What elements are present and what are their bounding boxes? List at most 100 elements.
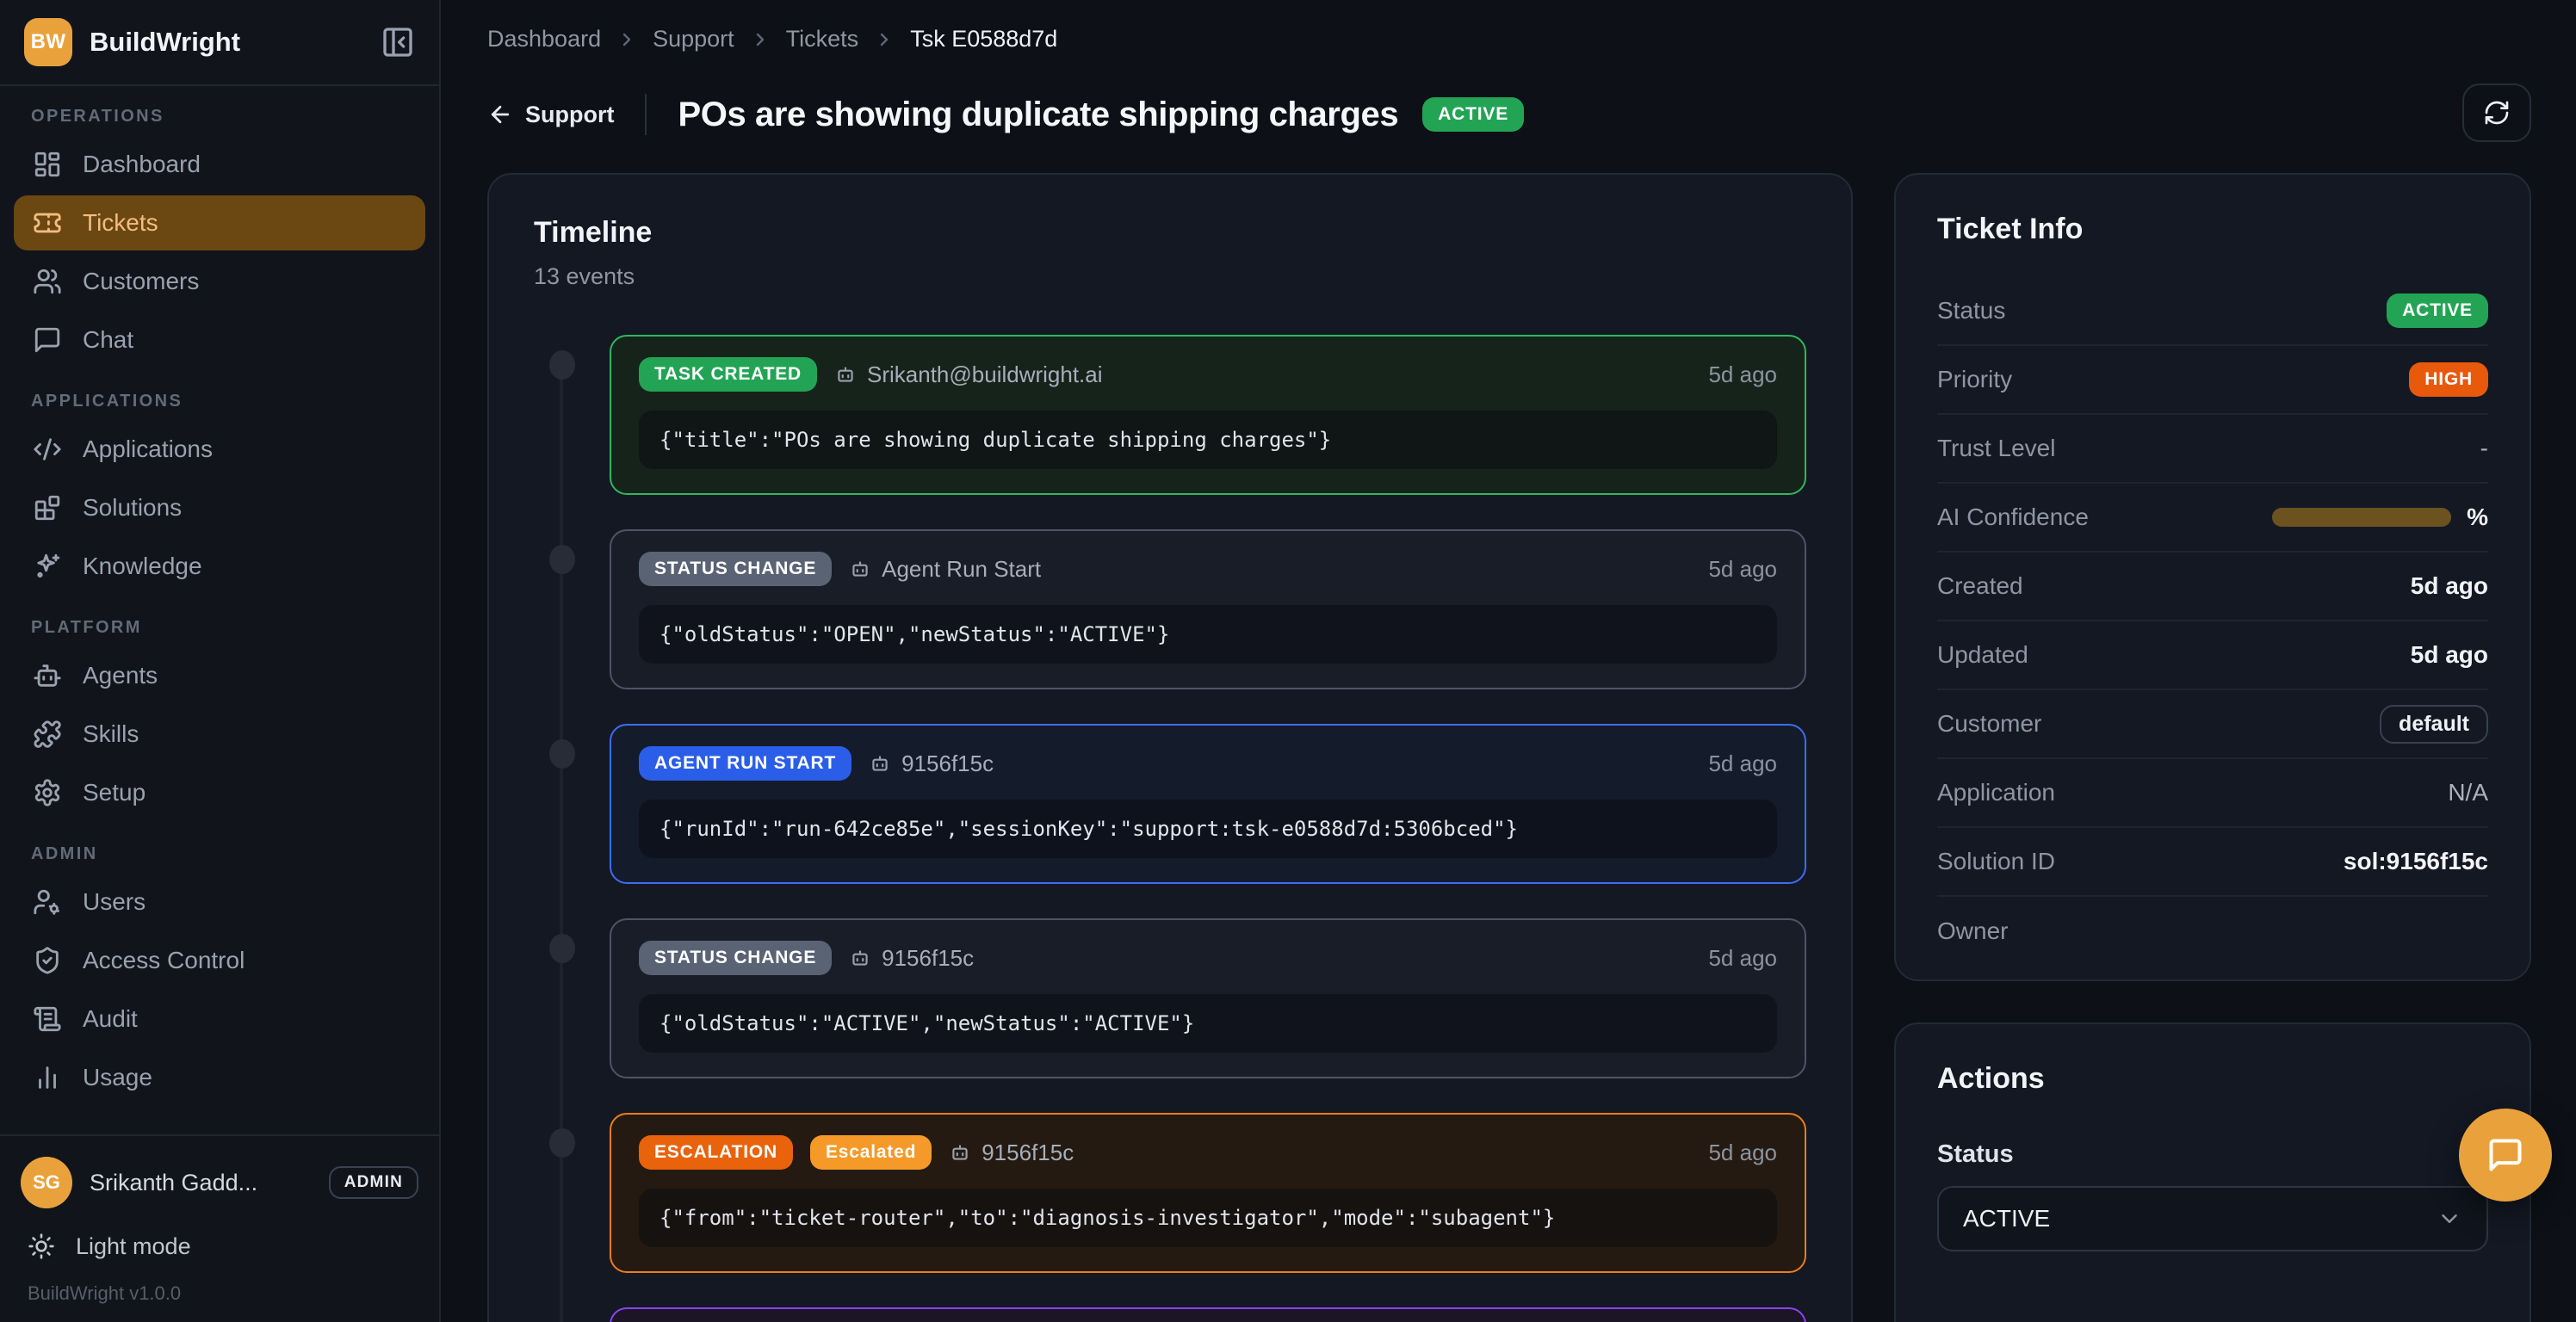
info-row-created: Created 5d ago (1937, 553, 2488, 621)
breadcrumb-tickets[interactable]: Tickets (786, 26, 859, 53)
event-payload: {"title":"POs are showing duplicate ship… (639, 411, 1777, 469)
arrow-left-icon (487, 102, 513, 127)
status-select[interactable]: ACTIVE (1937, 1186, 2488, 1251)
sidebar-item-agents[interactable]: Agents (14, 648, 425, 703)
timeline-dot (549, 545, 575, 574)
sidebar-item-solutions[interactable]: Solutions (14, 480, 425, 535)
info-row-ai-confidence: AI Confidence % (1937, 484, 2488, 553)
sidebar-item-label: Audit (83, 1005, 138, 1033)
info-row-trust-level: Trust Level - (1937, 415, 2488, 484)
role-badge: ADMIN (329, 1166, 418, 1199)
app-version: BuildWright v1.0.0 (28, 1282, 418, 1305)
bot-icon (33, 661, 62, 690)
back-button-label: Support (525, 102, 614, 128)
sidebar-item-knowledge[interactable]: Knowledge (14, 539, 425, 594)
event-actor: Srikanth@buildwright.ai (867, 361, 1103, 388)
sidebar-item-skills[interactable]: Skills (14, 707, 425, 762)
ticket-icon (33, 208, 62, 238)
breadcrumb-dashboard[interactable]: Dashboard (487, 26, 601, 53)
sparkles-icon (33, 552, 62, 581)
ticket-info-title: Ticket Info (1937, 213, 2488, 246)
timeline-dot (549, 350, 575, 380)
refresh-button[interactable] (2462, 83, 2531, 142)
dashboard-icon (33, 150, 62, 179)
avatar: SG (21, 1157, 72, 1208)
sidebar-item-customers[interactable]: Customers (14, 254, 425, 309)
sidebar-item-label: Chat (83, 326, 133, 354)
timeline-event-agent-run-start: AGENT RUN START 9156f15c 5d ago {"runId"… (610, 724, 1806, 884)
event-actor: 9156f15c (882, 945, 974, 972)
chevron-right-icon (616, 29, 637, 50)
sidebar-item-applications[interactable]: Applications (14, 422, 425, 477)
actions-panel: Actions Status ACTIVE (1894, 1022, 2531, 1322)
info-row-customer: Customer default (1937, 690, 2488, 759)
actions-title: Actions (1937, 1062, 2488, 1096)
nav-section-admin: ADMIN (14, 844, 425, 864)
sidebar-item-dashboard[interactable]: Dashboard (14, 137, 425, 192)
chat-fab-button[interactable] (2459, 1109, 2552, 1202)
users-icon (33, 267, 62, 296)
status-select-value: ACTIVE (1963, 1205, 2437, 1232)
escalated-badge: Escalated (810, 1135, 932, 1170)
user-menu[interactable]: SG Srikanth Gadd... ADMIN (21, 1157, 418, 1208)
chevron-down-icon (2437, 1206, 2462, 1232)
timeline-dot (549, 934, 575, 963)
status-field-label: Status (1937, 1140, 2488, 1169)
sidebar-item-tickets[interactable]: Tickets (14, 195, 425, 250)
breadcrumb-support[interactable]: Support (653, 26, 734, 53)
breadcrumb: Dashboard Support Tickets Tsk E0588d7d (443, 0, 2576, 53)
scroll-icon (33, 1004, 62, 1034)
sidebar-item-label: Users (83, 888, 146, 916)
confidence-bar (2272, 508, 2451, 527)
timeline-dot (549, 1128, 575, 1158)
sidebar-item-label: Setup (83, 779, 146, 806)
timeline-event-escalation: ESCALATION Escalated 9156f15c 5d ago {"f… (610, 1113, 1806, 1273)
divider (645, 94, 647, 135)
info-row-solution-id: Solution ID sol:9156f15c (1937, 828, 2488, 897)
timeline-event-subagent-start: SUBAGENT START 9156f15c 5d ago (610, 1307, 1806, 1322)
ticket-info-panel: Ticket Info Status ACTIVE Priority HIGH … (1894, 173, 2531, 981)
event-payload: {"from":"ticket-router","to":"diagnosis-… (639, 1189, 1777, 1247)
sidebar-nav: OPERATIONS Dashboard Tickets Customers C… (0, 86, 439, 1105)
sidebar-item-chat[interactable]: Chat (14, 312, 425, 368)
app-root: BW BuildWright OPERATIONS Dashboard Tick… (0, 0, 2576, 1322)
sidebar-item-label: Tickets (83, 209, 158, 237)
event-time: 5d ago (1708, 361, 1777, 388)
event-time: 5d ago (1708, 1140, 1777, 1166)
back-button[interactable]: Support (487, 102, 614, 128)
timeline-event-status-change: STATUS CHANGE 9156f15c 5d ago {"oldStatu… (610, 918, 1806, 1078)
event-actor: 9156f15c (901, 751, 994, 777)
sidebar-header: BW BuildWright (0, 0, 439, 86)
panel-collapse-icon (381, 25, 415, 59)
status-badge: ACTIVE (2387, 293, 2488, 328)
sidebar-item-usage[interactable]: Usage (14, 1050, 425, 1105)
chevron-right-icon (874, 29, 895, 50)
status-badge: ACTIVE (1422, 97, 1524, 132)
sidebar-item-access-control[interactable]: Access Control (14, 933, 425, 988)
main-content: Dashboard Support Tickets Tsk E0588d7d S… (443, 0, 2576, 1322)
sidebar-item-setup[interactable]: Setup (14, 765, 425, 820)
blocks-icon (33, 493, 62, 522)
sidebar-item-users[interactable]: Users (14, 874, 425, 930)
timeline-count: 13 events (534, 263, 1806, 290)
user-cog-icon (33, 887, 62, 917)
bot-icon (849, 558, 871, 580)
sidebar-footer: SG Srikanth Gadd... ADMIN Light mode Bui… (0, 1134, 439, 1322)
sidebar-collapse-button[interactable] (381, 25, 415, 59)
timeline-events: TASK CREATED Srikanth@buildwright.ai 5d … (534, 335, 1806, 1322)
theme-toggle-label: Light mode (76, 1233, 191, 1260)
sidebar-item-label: Usage (83, 1064, 152, 1091)
sidebar-item-label: Access Control (83, 947, 245, 974)
shield-check-icon (33, 946, 62, 975)
sidebar-item-audit[interactable]: Audit (14, 992, 425, 1047)
theme-toggle[interactable]: Light mode (28, 1232, 418, 1260)
bot-icon (849, 947, 871, 969)
event-type-badge: STATUS CHANGE (639, 552, 832, 586)
sidebar: BW BuildWright OPERATIONS Dashboard Tick… (0, 0, 441, 1322)
event-type-badge: AGENT RUN START (639, 746, 851, 781)
sidebar-item-label: Dashboard (83, 151, 201, 178)
page-title: POs are showing duplicate shipping charg… (678, 96, 1398, 134)
event-payload: {"oldStatus":"ACTIVE","newStatus":"ACTIV… (639, 994, 1777, 1053)
right-column: Ticket Info Status ACTIVE Priority HIGH … (1894, 173, 2531, 1322)
content-area: Timeline 13 events TASK CREATED Srikanth… (487, 173, 2531, 1322)
